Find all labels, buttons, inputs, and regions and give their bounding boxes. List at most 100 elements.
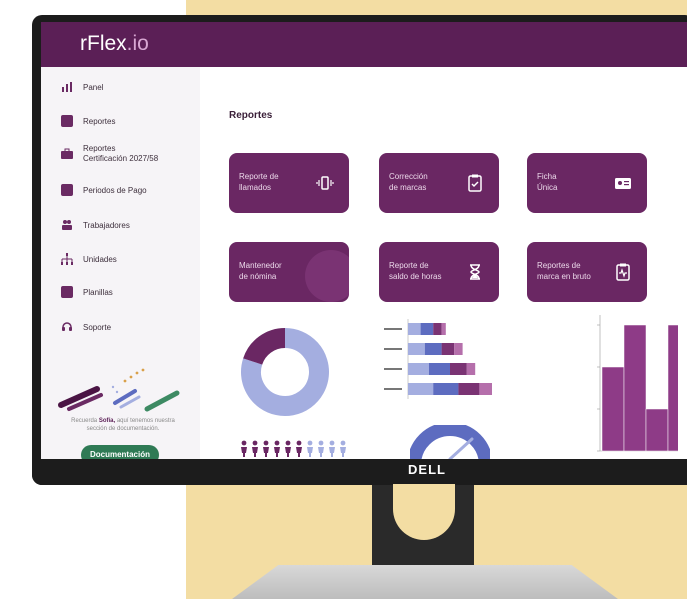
bar-segment bbox=[441, 343, 455, 355]
tick-label bbox=[384, 348, 402, 350]
histogram-bar bbox=[667, 324, 678, 452]
histogram-bar bbox=[623, 324, 647, 452]
bar-segment bbox=[479, 383, 492, 395]
gauge-chart bbox=[410, 425, 490, 459]
bar-segment bbox=[408, 383, 434, 395]
person-icon bbox=[329, 447, 335, 457]
card-ficha-unica[interactable]: Ficha Única bbox=[527, 153, 647, 213]
phone-vibrate-icon bbox=[316, 176, 334, 190]
id-card-icon bbox=[615, 178, 631, 189]
card-label: Reportes de marca en bruto bbox=[537, 261, 591, 281]
tick-label bbox=[384, 388, 402, 390]
promo-pre: Recuerda bbox=[71, 418, 98, 424]
person-icon bbox=[307, 447, 313, 457]
sidebar-item-reportes[interactable]: Reportes bbox=[61, 115, 115, 127]
person-icon bbox=[296, 447, 302, 457]
person-icon bbox=[318, 440, 324, 446]
card-label: Reporte de saldo de horas bbox=[389, 261, 442, 281]
card-label: Reporte de llamados bbox=[239, 172, 279, 192]
bar-segment bbox=[408, 363, 429, 375]
bar-segment bbox=[458, 383, 480, 395]
org-chart-icon bbox=[61, 253, 73, 265]
app-window: rFlex.io Panel Reportes Reportes Certifi… bbox=[41, 22, 687, 459]
monitor-bezel bbox=[32, 459, 687, 485]
person-icon bbox=[263, 447, 269, 457]
promo-user-name: Sofía, bbox=[98, 418, 116, 424]
people-pictogram bbox=[241, 440, 346, 457]
bar-segment bbox=[420, 323, 434, 335]
square-icon bbox=[61, 286, 73, 298]
person-icon bbox=[252, 440, 258, 446]
card-label: Ficha Única bbox=[537, 172, 558, 192]
top-bar: rFlex.io bbox=[41, 22, 687, 67]
headset-icon bbox=[62, 322, 72, 331]
bar-segment bbox=[450, 363, 467, 375]
person-icon bbox=[263, 440, 269, 446]
sidebar-item-soporte[interactable]: Soporte bbox=[61, 321, 111, 333]
card-saldo-horas[interactable]: Reporte de saldo de horas bbox=[379, 242, 499, 302]
sidebar-item-unidades[interactable]: Unidades bbox=[61, 253, 117, 265]
bar-chart-icon bbox=[62, 82, 72, 92]
sidebar-item-label: Panel bbox=[83, 82, 104, 92]
sidebar-item-label: Trabajadores bbox=[83, 220, 130, 230]
person-icon bbox=[274, 440, 280, 446]
sidebar-item-label: Periodos de Pago bbox=[83, 185, 147, 195]
person-icon bbox=[296, 440, 302, 446]
sidebar-item-label: Reportes bbox=[83, 144, 116, 153]
sidebar-item-planillas[interactable]: Planillas bbox=[61, 286, 113, 298]
bar-segment bbox=[433, 323, 442, 335]
bar-segment bbox=[424, 343, 442, 355]
square-icon bbox=[61, 184, 73, 196]
sidebar-item-certificacion[interactable]: Reportes Certificación 2027/58 bbox=[61, 144, 158, 164]
person-icon bbox=[241, 447, 247, 457]
brand-name: rFlex bbox=[80, 32, 127, 55]
bar-segment bbox=[433, 383, 459, 395]
bar-segment bbox=[466, 363, 476, 375]
sidebar-item-label: Unidades bbox=[83, 254, 117, 264]
histogram-bar bbox=[645, 408, 669, 452]
person-icon bbox=[318, 447, 324, 457]
page-title: Reportes bbox=[229, 110, 273, 121]
card-reporte-llamados[interactable]: Reporte de llamados bbox=[229, 153, 349, 213]
person-icon bbox=[340, 447, 346, 457]
sidebar-item-label: Planillas bbox=[83, 287, 113, 297]
card-mantenedor-nomina[interactable]: Mantenedor de nómina bbox=[229, 242, 349, 302]
brand-logo[interactable]: rFlex.io bbox=[80, 32, 149, 56]
bar-segment bbox=[454, 343, 463, 355]
bar-segment bbox=[408, 343, 425, 355]
person-icon bbox=[329, 440, 335, 446]
monitor-stand-base bbox=[232, 565, 618, 599]
bar-segment bbox=[429, 363, 450, 375]
person-icon bbox=[285, 440, 291, 446]
brand-suffix: .io bbox=[126, 32, 149, 55]
person-icon bbox=[252, 447, 258, 457]
sidebar-item-label: Soporte bbox=[83, 322, 112, 332]
person-icon bbox=[274, 447, 280, 457]
card-correccion-marcas[interactable]: Corrección de marcas bbox=[379, 153, 499, 213]
sidebar-item-label: Reportes bbox=[83, 116, 116, 126]
donut-slice bbox=[243, 328, 286, 366]
card-marca-bruto[interactable]: Reportes de marca en bruto bbox=[527, 242, 647, 302]
person-icon bbox=[241, 440, 247, 446]
briefcase-icon bbox=[61, 148, 73, 159]
sidebar: Panel Reportes Reportes Certificación 20… bbox=[41, 67, 200, 459]
person-icon bbox=[340, 440, 346, 446]
sidebar-item-periodos[interactable]: Periodos de Pago bbox=[61, 184, 147, 196]
main-content: Reportes Reporte de llamados Corrección de… bbox=[200, 67, 687, 459]
tick-label bbox=[384, 328, 402, 330]
tick-label bbox=[384, 368, 402, 370]
bar-segment bbox=[441, 323, 446, 335]
documentation-button[interactable]: Documentación bbox=[81, 445, 159, 459]
hourglass-icon bbox=[470, 264, 480, 280]
histogram-chart bbox=[597, 315, 678, 452]
stacked-bar-chart bbox=[384, 319, 492, 399]
sidebar-item-panel[interactable]: Panel bbox=[61, 81, 103, 93]
sidebar-item-sublabel: Certificación 2027/58 bbox=[83, 154, 159, 163]
donut-chart bbox=[241, 328, 329, 416]
sidebar-item-trabajadores[interactable]: Trabajadores bbox=[61, 219, 130, 231]
person-icon bbox=[285, 447, 291, 457]
clipboard-pulse-icon bbox=[616, 263, 630, 281]
card-label: Corrección de marcas bbox=[389, 172, 428, 192]
monitor-brand-logo: DELL bbox=[408, 462, 446, 477]
promo-text: Recuerda Sofía, aquí tenemos nuestra sec… bbox=[63, 417, 183, 433]
